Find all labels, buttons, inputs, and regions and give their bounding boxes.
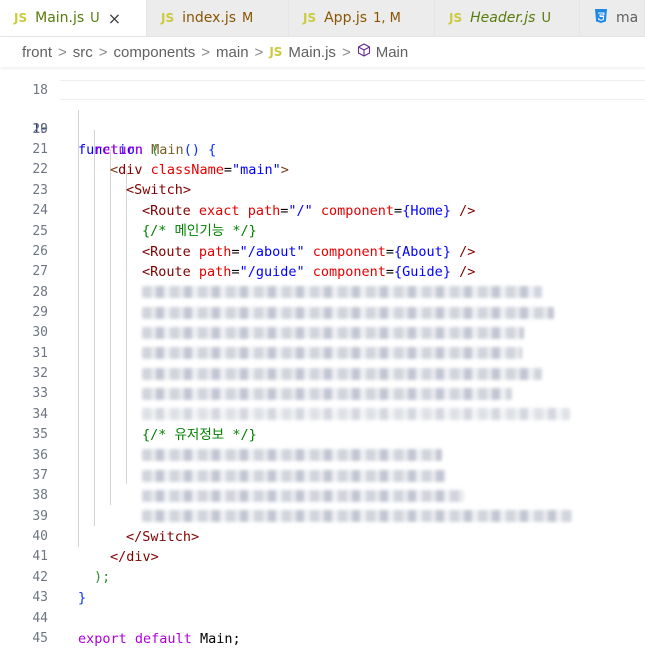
css-file-icon	[594, 8, 608, 28]
line-number: 45	[32, 631, 48, 646]
code-line-redacted: 29	[0, 283, 645, 339]
code-line: 39 </Switch>	[0, 487, 645, 545]
code-line-redacted: 32	[0, 344, 645, 400]
code-line: 25 <Route path="/about" component={About…	[0, 202, 645, 260]
code-line-redacted: 35	[0, 405, 645, 461]
js-file-icon: JS	[161, 11, 175, 25]
code-line: 41 );	[0, 527, 645, 585]
tab-status: U	[541, 10, 551, 26]
tab-label: Main.js	[35, 10, 85, 26]
code-line-redacted: 31	[0, 324, 645, 380]
current-line-highlight	[60, 80, 645, 100]
code-line: 23 <Route exact path="/" component={Home…	[0, 161, 645, 219]
tab-label: App.js	[324, 10, 368, 26]
code-line: 18	[0, 61, 645, 98]
code-line: 24 {/* 메인기능 */}	[0, 181, 645, 239]
breadcrumb-item[interactable]: main	[216, 44, 249, 61]
tab-label: Header.js	[470, 10, 536, 26]
close-icon[interactable]: ×	[108, 9, 121, 28]
breadcrumb-item[interactable]: src	[73, 44, 93, 61]
code-line: 45	[0, 609, 645, 646]
code-line-redacted: 37	[0, 446, 645, 502]
chevron-right-icon: >	[58, 43, 67, 61]
breadcrumb-symbol[interactable]: Main	[376, 44, 409, 61]
code-line-redacted: 33	[0, 364, 645, 420]
tab-main-js[interactable]: JS Main.js U ×	[0, 0, 147, 36]
chevron-right-icon: >	[254, 43, 264, 61]
code-line-redacted: 27	[0, 242, 645, 298]
code-line: 22 <Switch>	[0, 140, 645, 198]
cube-icon	[357, 43, 371, 61]
chevron-right-icon: >	[341, 43, 351, 61]
tab-header-js[interactable]: JS Header.js U	[435, 0, 580, 36]
code-text: export default Main;	[78, 631, 241, 647]
code-line-redacted: 28	[0, 263, 645, 319]
code-line: 42 }	[0, 548, 645, 606]
tab-label: index.js	[182, 10, 237, 26]
chevron-right-icon: >	[201, 43, 211, 61]
code-editor[interactable]: 18 19 function Main() { 20 return ( 21 <…	[0, 67, 645, 647]
tab-status: 1, M	[373, 10, 401, 26]
code-line: 34 {/* 유저정보 */}	[0, 385, 645, 443]
tab-index-js[interactable]: JS index.js M	[147, 0, 289, 36]
tab-css-file[interactable]: ma	[580, 0, 645, 36]
tab-bar: JS Main.js U × JS index.js M JS App.js 1…	[0, 0, 645, 37]
code-line-current: 19 function Main() {	[0, 80, 645, 158]
js-file-icon: JS	[449, 11, 463, 25]
code-line-redacted: 30	[0, 303, 645, 359]
tab-status: U	[90, 10, 100, 26]
breadcrumb-item[interactable]: components	[114, 44, 196, 61]
code-line: 26 <Route path="/guide" component={Guide…	[0, 222, 645, 280]
code-line: 20 return (	[0, 100, 645, 158]
code-line: 43	[0, 568, 645, 605]
js-file-icon: JS	[269, 45, 283, 59]
code-line: 44 export default Main;	[0, 589, 645, 647]
tab-app-js[interactable]: JS App.js 1, M	[289, 0, 435, 36]
code-line-redacted: 38	[0, 466, 645, 522]
code-line: 21 <div className="main">	[0, 120, 645, 178]
chevron-right-icon: >	[98, 43, 108, 61]
breadcrumb-item[interactable]: front	[22, 44, 52, 61]
code-line-redacted: 36	[0, 426, 645, 482]
js-file-icon: JS	[303, 11, 317, 25]
tab-status: M	[242, 10, 254, 26]
tab-label: ma	[616, 10, 639, 26]
js-file-icon: JS	[14, 11, 28, 25]
code-line: 40 </div>	[0, 507, 645, 565]
breadcrumb-file[interactable]: Main.js	[288, 44, 336, 61]
